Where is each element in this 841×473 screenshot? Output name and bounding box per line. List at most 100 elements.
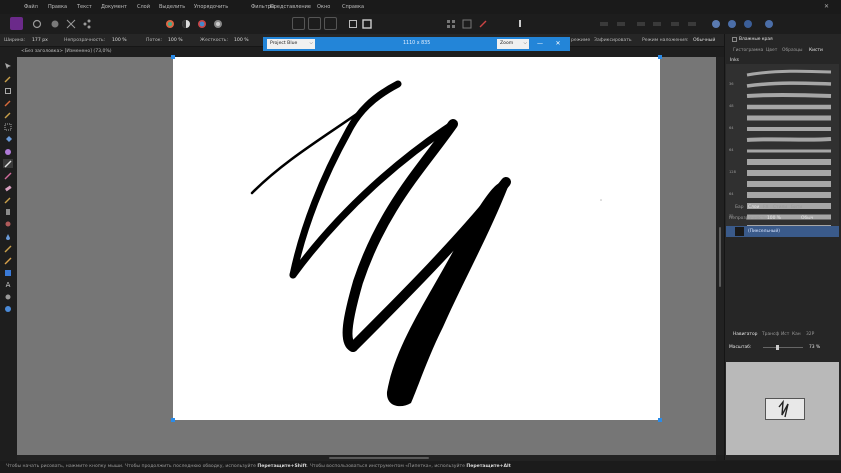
- opacity-field[interactable]: 100 %: [112, 38, 127, 43]
- dodge-tool-icon[interactable]: [3, 195, 13, 204]
- navigator-thumbnail[interactable]: [765, 398, 805, 420]
- tab-color[interactable]: Цвет: [766, 48, 777, 53]
- wet-edges-checkbox[interactable]: [732, 37, 737, 42]
- tab-history[interactable]: Ист: [781, 332, 789, 337]
- document-canvas[interactable]: [173, 57, 660, 420]
- menu-text[interactable]: Текст: [77, 4, 92, 10]
- hsl-icon[interactable]: [195, 17, 208, 30]
- resize-handle-tl[interactable]: [171, 55, 175, 59]
- selection-subtract-icon[interactable]: [308, 17, 321, 30]
- tab-bits[interactable]: Бити: [791, 205, 802, 210]
- blend-mode-select[interactable]: Обычный: [693, 38, 715, 43]
- assistant-icon[interactable]: [513, 17, 526, 30]
- tab-navigator[interactable]: Навигатор: [733, 332, 757, 337]
- color-wheel-icon[interactable]: [163, 17, 176, 30]
- settings-icon[interactable]: [762, 17, 775, 30]
- view-tool-icon[interactable]: [3, 74, 13, 83]
- horizontal-scroll-thumb[interactable]: [329, 457, 429, 459]
- account-icon[interactable]: [725, 17, 738, 30]
- layer-opacity-field[interactable]: 100 %: [767, 216, 781, 221]
- zoom-slider-thumb[interactable]: [776, 345, 779, 350]
- fill-tool-icon[interactable]: [3, 135, 13, 144]
- width-field[interactable]: 177 рх: [32, 38, 48, 43]
- navigator-preview[interactable]: [726, 362, 839, 455]
- menu-arrange[interactable]: Упорядочить: [194, 4, 228, 10]
- brush-item[interactable]: [726, 134, 839, 145]
- tab-styles[interactable]: Стили: [773, 205, 787, 210]
- align-right-icon[interactable]: [668, 17, 681, 30]
- pen-tool-icon[interactable]: [3, 256, 13, 265]
- brush-category-select[interactable]: Inks: [730, 58, 739, 63]
- brush-item[interactable]: [726, 178, 839, 189]
- flow-field[interactable]: 100 %: [168, 38, 183, 43]
- menu-file[interactable]: Файл: [24, 4, 38, 10]
- paint-brush-tool-icon[interactable]: [3, 159, 13, 168]
- color-replacement-icon[interactable]: [3, 171, 13, 180]
- arrange-back-icon[interactable]: [597, 17, 610, 30]
- quick-mask-icon[interactable]: [346, 17, 359, 30]
- resize-handle-tr[interactable]: [658, 55, 662, 59]
- hand-tool-icon[interactable]: [3, 292, 13, 301]
- brush-item[interactable]: [726, 112, 839, 123]
- clone-tool-icon[interactable]: [3, 207, 13, 216]
- brush-item[interactable]: [726, 68, 839, 79]
- liquify-persona-icon[interactable]: [48, 17, 61, 30]
- snap-options-icon[interactable]: [476, 17, 489, 30]
- canvas-area[interactable]: [17, 55, 716, 455]
- menu-document[interactable]: Документ: [101, 4, 127, 10]
- crop-tool-icon[interactable]: [3, 86, 13, 95]
- tab-layers[interactable]: Слои: [748, 205, 759, 210]
- app-persona-icon[interactable]: [10, 17, 23, 30]
- gradient-tool-icon[interactable]: [3, 147, 13, 156]
- document-tab[interactable]: <Без заголовка> [Изменено] (73,0%): [17, 47, 112, 56]
- menu-view[interactable]: Представление: [270, 4, 311, 10]
- lock-checkbox[interactable]: Зафиксировать: [594, 38, 632, 43]
- resize-handle-bl[interactable]: [171, 418, 175, 422]
- menu-select[interactable]: Выделить: [159, 4, 185, 10]
- align-center-icon[interactable]: [650, 17, 663, 30]
- zoom-tool-icon[interactable]: [3, 304, 13, 313]
- brush-item[interactable]: 128: [726, 167, 839, 178]
- brush-item[interactable]: 64: [726, 189, 839, 200]
- contrast-icon[interactable]: [179, 17, 192, 30]
- blemish-tool-icon[interactable]: [3, 219, 13, 228]
- shape-tool-icon[interactable]: [3, 268, 13, 277]
- tab-transform[interactable]: Трансф: [762, 332, 779, 337]
- flood-select-icon[interactable]: [3, 110, 13, 119]
- brush-item[interactable]: 64: [726, 145, 839, 156]
- tab-32p[interactable]: 32P: [806, 332, 814, 337]
- menu-layer[interactable]: Слой: [137, 4, 150, 10]
- tab-brushes[interactable]: Кисти: [809, 48, 823, 53]
- pixel-persona-icon[interactable]: [30, 17, 43, 30]
- brush-item[interactable]: [726, 156, 839, 167]
- develop-persona-icon[interactable]: [64, 17, 77, 30]
- export-persona-icon[interactable]: [80, 17, 93, 30]
- arrange-forward-icon[interactable]: [614, 17, 627, 30]
- marquee-tool-icon[interactable]: [3, 122, 13, 131]
- navigator-zoom-value[interactable]: 73 %: [809, 345, 820, 350]
- brush-item[interactable]: [726, 90, 839, 101]
- move-tool-icon[interactable]: [3, 61, 13, 70]
- menu-edit[interactable]: Правка: [48, 4, 67, 10]
- brush-item[interactable]: 36: [726, 79, 839, 90]
- minimize-button[interactable]: —: [535, 39, 545, 49]
- tab-swatches[interactable]: Образцы: [782, 48, 802, 53]
- vertical-scroll-thumb[interactable]: [719, 227, 721, 287]
- text-tool-icon[interactable]: A: [3, 280, 13, 289]
- menu-help[interactable]: Справка: [342, 4, 364, 10]
- zoom-slider[interactable]: [763, 347, 803, 348]
- blur-tool-icon[interactable]: [3, 232, 13, 241]
- color-profile-select[interactable]: Project Blue ⌵: [267, 39, 315, 49]
- hardness-field[interactable]: 100 %: [234, 38, 249, 43]
- selection-intersect-icon[interactable]: [324, 17, 337, 30]
- close-button[interactable]: ✕: [553, 39, 563, 49]
- flip-icon[interactable]: [685, 17, 698, 30]
- zoom-select[interactable]: Zoom ⌵: [497, 39, 529, 49]
- grid-icon[interactable]: [460, 17, 473, 30]
- levels-icon[interactable]: [211, 17, 224, 30]
- mask-dropdown-icon[interactable]: [360, 17, 373, 30]
- layer-item[interactable]: (Пиксельный): [726, 226, 839, 237]
- layer-blend-select[interactable]: Обыч: [801, 216, 813, 221]
- tab-fx[interactable]: FX: [763, 205, 769, 210]
- window-close-icon[interactable]: ✕: [824, 3, 829, 10]
